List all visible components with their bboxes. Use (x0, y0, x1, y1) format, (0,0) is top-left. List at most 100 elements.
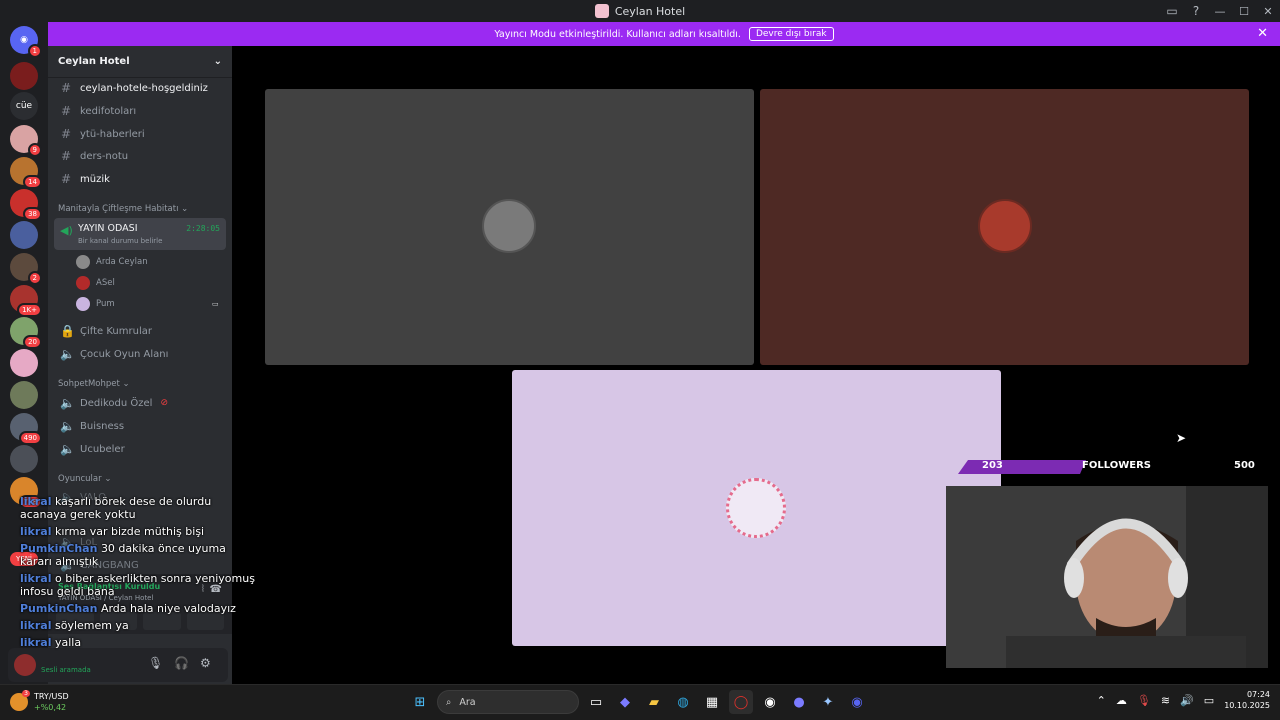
category-header[interactable]: SohpetMohpet ⌄ (58, 379, 130, 389)
app-icon[interactable]: ● (787, 690, 811, 714)
category-header[interactable]: Manitayla Çiftleşme Habitatı ⌄ (58, 204, 188, 214)
server-icon[interactable]: 38 (10, 189, 42, 221)
clock[interactable]: 07:24 10.10.2025 (1224, 689, 1270, 711)
headphones-icon[interactable]: 🎧 (174, 656, 189, 670)
close-icon[interactable]: ✕ (1257, 26, 1268, 41)
chat-text: söylemem ya (54, 619, 129, 632)
windows-start-icon[interactable]: ⊞ (408, 690, 432, 714)
discord-icon[interactable]: ◉ (845, 690, 869, 714)
maximize-button[interactable]: ☐ (1232, 0, 1256, 22)
server-icon[interactable] (10, 381, 38, 409)
chat-username: likral (20, 525, 52, 538)
voice-channel[interactable]: 🔒 Çifte Kumrular (56, 321, 226, 341)
guild-badge: 1 (27, 44, 42, 58)
opera-gx-icon[interactable]: ◯ (729, 690, 753, 714)
server-icon[interactable] (10, 349, 38, 377)
channel-status[interactable]: Bir kanal durumu belirle (78, 237, 162, 245)
active-voice-channel[interactable]: ◀) YAYIN ODASI Bir kanal durumu belirle … (54, 218, 226, 250)
speaker-icon: 🔈 (60, 419, 75, 433)
text-channel[interactable]: # kedifotoları (56, 101, 226, 121)
minimize-button[interactable]: — (1208, 0, 1232, 22)
search-placeholder: Ara (459, 696, 476, 708)
channel-label: Çocuk Oyun Alanı (80, 348, 169, 360)
microphone-icon[interactable]: 🎙 (1137, 694, 1151, 707)
server-icon[interactable] (10, 221, 38, 249)
microphone-icon[interactable]: 🎙 (148, 656, 163, 670)
voice-channel[interactable]: 🔈 Ucubeler (56, 439, 226, 459)
title-bar: Ceylan Hotel ▭ ? — ☐ ✕ (0, 0, 1280, 22)
speaker-icon: ◀) (60, 224, 73, 237)
text-channel[interactable]: # müzik (56, 169, 226, 189)
text-channel[interactable]: # ytü-haberleri (56, 124, 226, 144)
obs-icon[interactable]: ◉ (758, 690, 782, 714)
avatar (978, 199, 1032, 253)
category-header[interactable]: Oyuncular ⌄ (58, 474, 111, 484)
voice-channel[interactable]: 🔈 Çocuk Oyun Alanı (56, 344, 226, 364)
discord-home-icon[interactable]: ◉ 1 (10, 26, 42, 58)
server-icon[interactable]: 20 (10, 317, 42, 349)
chat-username: likral (20, 495, 52, 508)
chevron-up-icon[interactable]: ⌃ (1097, 694, 1106, 707)
channel-label: ceylan-hotele-hoşgeldiniz (80, 82, 208, 94)
stock-widget[interactable]: 3 TRY/USD +%0,42 (10, 690, 69, 713)
voice-user-name: ASel (96, 278, 115, 288)
store-icon[interactable]: ▦ (700, 690, 724, 714)
webcam-overlay (946, 486, 1268, 668)
server-icon[interactable]: 1K+ (10, 285, 42, 317)
guild-badge: 9 (27, 143, 42, 157)
voice-user[interactable]: Pum (76, 295, 115, 313)
search-icon: ⌕ (446, 696, 452, 708)
edge-icon[interactable]: ◍ (671, 690, 695, 714)
voice-channel[interactable]: 🔈 Buisness (56, 416, 226, 436)
server-icon[interactable]: 9 (10, 125, 42, 157)
server-icon (594, 4, 609, 18)
search-box[interactable]: ⌕ Ara (437, 690, 579, 714)
server-icon[interactable] (10, 445, 38, 473)
server-icon[interactable]: 490 (10, 413, 42, 445)
channel-label: Buisness (80, 420, 125, 432)
cursor-icon: ➤ (1176, 431, 1187, 445)
steam-icon[interactable]: ✦ (816, 690, 840, 714)
wifi-icon[interactable]: ≋ (1161, 694, 1170, 707)
video-tile[interactable] (512, 370, 1001, 646)
server-icon[interactable] (10, 62, 38, 90)
video-tile[interactable] (760, 89, 1249, 365)
disable-streamer-mode-button[interactable]: Devre dışı bırak (748, 27, 834, 41)
chat-message: likral o biber askerlikten sonra yeniyom… (20, 572, 260, 598)
ticker-symbol: TRY/USD (34, 692, 69, 701)
cloud-icon[interactable]: ☁ (1116, 694, 1127, 707)
volume-icon[interactable]: 🔊 (1180, 694, 1194, 707)
file-explorer-icon[interactable]: ▰ (642, 690, 666, 714)
category-label: Manitayla Çiftleşme Habitatı (58, 204, 179, 214)
streamer-mode-notice: Yayıncı Modu etkinleştirildi. Kullanıcı … (48, 22, 1280, 46)
server-icon[interactable]: 2 (10, 253, 42, 285)
server-icon[interactable]: cüe (10, 92, 38, 120)
server-icon[interactable]: 14 (10, 157, 42, 189)
copilot-icon[interactable]: ◆ (613, 690, 637, 714)
chat-overlay: likral kaşarlı börek dese de olurdu acan… (20, 495, 260, 653)
avatar[interactable] (14, 654, 36, 676)
text-channel[interactable]: # ceylan-hotele-hoşgeldiniz (56, 78, 226, 98)
voice-channel[interactable]: 🔈 Dedikodu Özel ⊘ (56, 393, 226, 413)
channel-label: ytü-haberleri (80, 128, 145, 140)
video-tile[interactable] (265, 89, 754, 365)
task-view-icon[interactable]: ▭ (584, 690, 608, 714)
hash-icon: # (60, 127, 72, 141)
inbox-icon[interactable]: ▭ (1160, 0, 1184, 22)
chat-text: Arda hala niye valodayız (100, 602, 236, 615)
battery-icon[interactable]: ▭ (1204, 694, 1214, 707)
chat-username: PumkinChan (20, 542, 98, 555)
chat-message: likral söylemem ya (20, 619, 260, 632)
voice-user[interactable]: Arda Ceylan (76, 253, 148, 271)
guild-badge: 14 (23, 175, 42, 189)
close-window-button[interactable]: ✕ (1256, 0, 1280, 22)
guild-badge: 20 (23, 335, 42, 349)
help-icon[interactable]: ? (1184, 0, 1208, 22)
voice-user[interactable]: ASel (76, 274, 115, 292)
server-header[interactable]: Ceylan Hotel ⌄ (48, 46, 232, 78)
text-channel[interactable]: # ders-notu (56, 146, 226, 166)
hash-icon: # (60, 149, 72, 163)
gear-icon[interactable]: ⚙ (200, 656, 211, 670)
chat-message: likral yalla (20, 636, 260, 649)
channel-label: ders-notu (80, 150, 129, 162)
